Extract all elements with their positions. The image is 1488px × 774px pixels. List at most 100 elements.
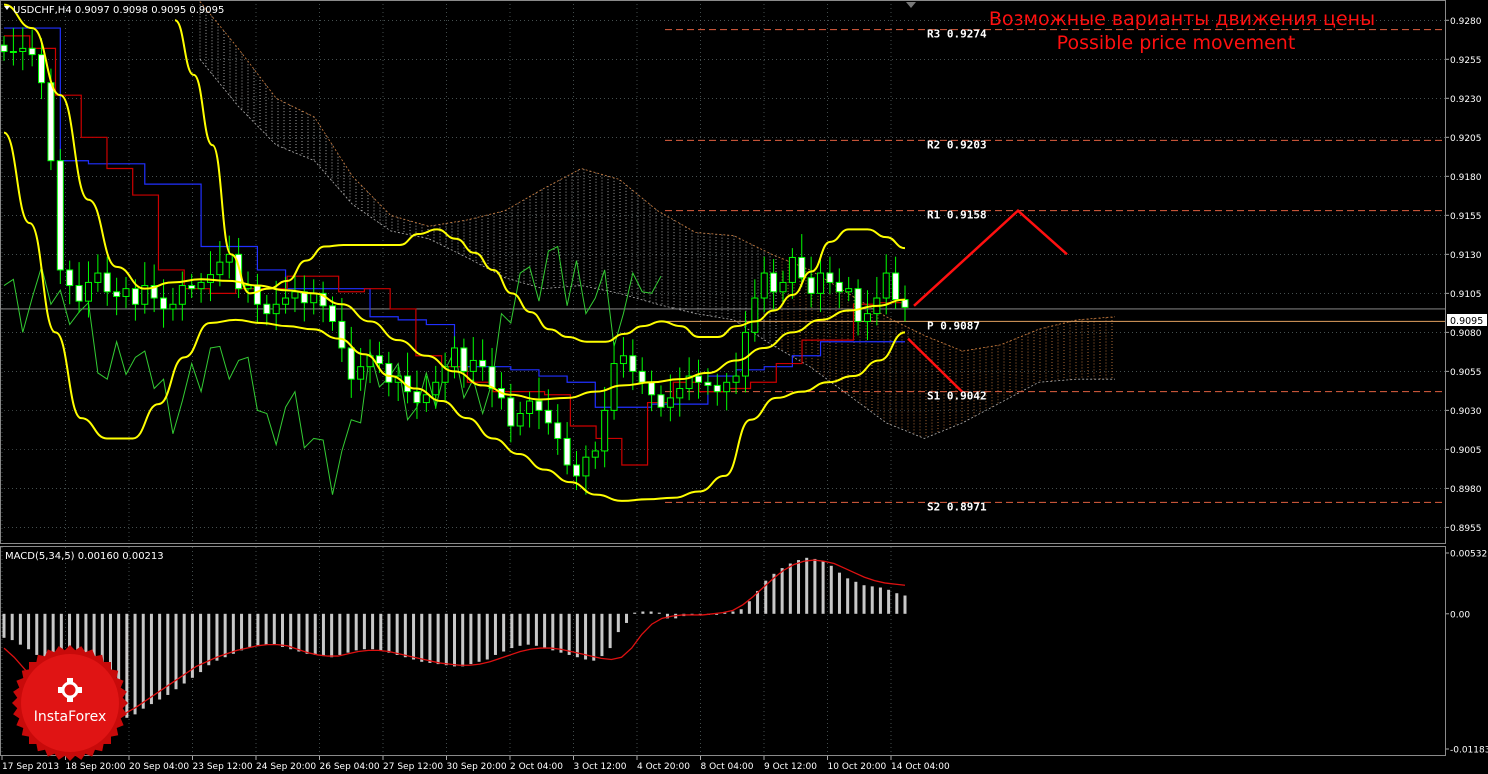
- macd-bar: [837, 572, 841, 614]
- last-price-label: 0.9095: [1450, 316, 1483, 327]
- macd-bar: [289, 613, 293, 650]
- macd-bar: [526, 613, 530, 645]
- macd-bar: [371, 613, 375, 650]
- title-en: Possible price movement: [1057, 32, 1296, 54]
- macd-bar: [207, 613, 211, 666]
- macd-bar: [469, 613, 473, 665]
- candle-bull: [741, 331, 749, 377]
- macd-bar: [272, 613, 276, 645]
- macd-bar: [633, 612, 637, 614]
- candle-bull: [882, 272, 890, 299]
- time-tick-label: 2 Oct 04:00: [510, 762, 563, 772]
- usdchf-chart: R3 0.9274 R2 0.9203 R1 0.9158 P 0.9087 S1 0…: [0, 0, 1488, 774]
- candle-bear: [328, 305, 336, 322]
- time-tick-label: 4 Oct 20:00: [637, 762, 690, 772]
- candle-bull: [291, 291, 299, 299]
- candle-bear: [807, 277, 815, 294]
- candle-bear: [188, 285, 196, 290]
- macd-bar: [518, 613, 522, 646]
- macd-tick-label: 0.00532: [1450, 550, 1487, 560]
- macd-bar: [821, 561, 825, 614]
- macd-bar: [248, 613, 252, 647]
- macd-bar: [805, 557, 809, 614]
- candle-bull: [601, 409, 609, 452]
- macd-bar: [428, 613, 432, 663]
- candle-bull: [676, 388, 684, 399]
- candle-bull: [197, 281, 205, 290]
- macd-bar: [870, 586, 874, 614]
- macd-bar: [453, 613, 456, 667]
- macd-bar: [141, 613, 145, 709]
- candle-bull: [216, 261, 224, 276]
- macd-bar: [739, 609, 743, 614]
- candle-bear: [385, 363, 393, 383]
- time-tick-label: 26 Sep 04:00: [320, 762, 380, 772]
- candle-bull: [788, 256, 796, 283]
- candle-bear: [131, 288, 139, 305]
- price-tick-label: 0.9130: [1450, 251, 1482, 261]
- macd-bar: [551, 613, 555, 651]
- candle-bear: [657, 394, 665, 408]
- time-tick-label: 27 Sep 12:00: [383, 762, 443, 772]
- price-tick-label: 0.9030: [1450, 407, 1482, 417]
- candle-bear: [854, 288, 862, 322]
- macd-bar: [2, 613, 6, 638]
- macd-bar: [649, 611, 653, 614]
- macd-bar: [215, 613, 219, 661]
- candle-bear: [160, 297, 168, 310]
- candle-bear: [713, 384, 721, 393]
- macd-bar: [477, 613, 481, 662]
- macd-bar: [788, 563, 792, 614]
- candle-bull: [751, 297, 759, 333]
- macd-label: MACD(5,34,5) 0.00160 0.00213: [5, 551, 164, 562]
- macd-bar: [592, 613, 596, 661]
- macd-bar: [379, 613, 383, 651]
- candle-bear: [38, 54, 46, 84]
- candle-bull: [526, 400, 534, 414]
- candle-bear: [375, 355, 383, 365]
- macd-bar: [35, 613, 39, 655]
- candle-bull: [282, 297, 290, 305]
- candle-bull: [619, 355, 627, 365]
- candle-bear: [892, 272, 900, 301]
- candle-bear: [263, 303, 271, 315]
- macd-bar: [641, 611, 645, 614]
- candle-bull: [9, 50, 17, 53]
- candle-bear: [704, 381, 712, 386]
- candle-bear: [75, 285, 83, 302]
- macd-bar: [149, 613, 153, 705]
- level-p-label: P 0.9087: [927, 319, 980, 332]
- candle-bear: [535, 400, 543, 411]
- macd-bar: [240, 613, 244, 651]
- price-tick-label: 0.9055: [1450, 368, 1482, 378]
- macd-bar: [608, 613, 612, 649]
- candle-bear: [573, 464, 581, 477]
- candle-bull: [272, 303, 280, 315]
- price-tick-label: 0.9080: [1450, 329, 1482, 339]
- macd-bar: [747, 601, 751, 614]
- price-tick-label: 0.8955: [1450, 524, 1482, 534]
- symbol-label: USDCHF,H4 0.9097 0.9098 0.9095 0.9095: [13, 5, 224, 16]
- macd-bar: [559, 613, 563, 653]
- candle-bear: [770, 272, 778, 293]
- macd-bar: [280, 613, 284, 647]
- candle-bear: [638, 370, 646, 383]
- candle-bull: [732, 375, 740, 383]
- macd-bar: [444, 613, 448, 666]
- candle-bear: [798, 256, 806, 279]
- candle-bear: [544, 409, 552, 424]
- macd-bar: [510, 613, 514, 649]
- candle-bear: [507, 397, 515, 427]
- macd-bar: [305, 613, 309, 654]
- time-tick-label: 14 Oct 04:00: [891, 762, 950, 772]
- macd-bar: [584, 613, 588, 660]
- candle-bull: [779, 281, 787, 293]
- macd-bar: [231, 613, 235, 654]
- macd-bar: [903, 595, 907, 614]
- macd-bar: [133, 613, 137, 715]
- candle-bear: [835, 281, 843, 293]
- price-tick-label: 0.9180: [1450, 173, 1482, 183]
- macd-bar: [600, 613, 604, 657]
- chart-background: [0, 0, 1488, 774]
- macd-bar: [158, 613, 162, 700]
